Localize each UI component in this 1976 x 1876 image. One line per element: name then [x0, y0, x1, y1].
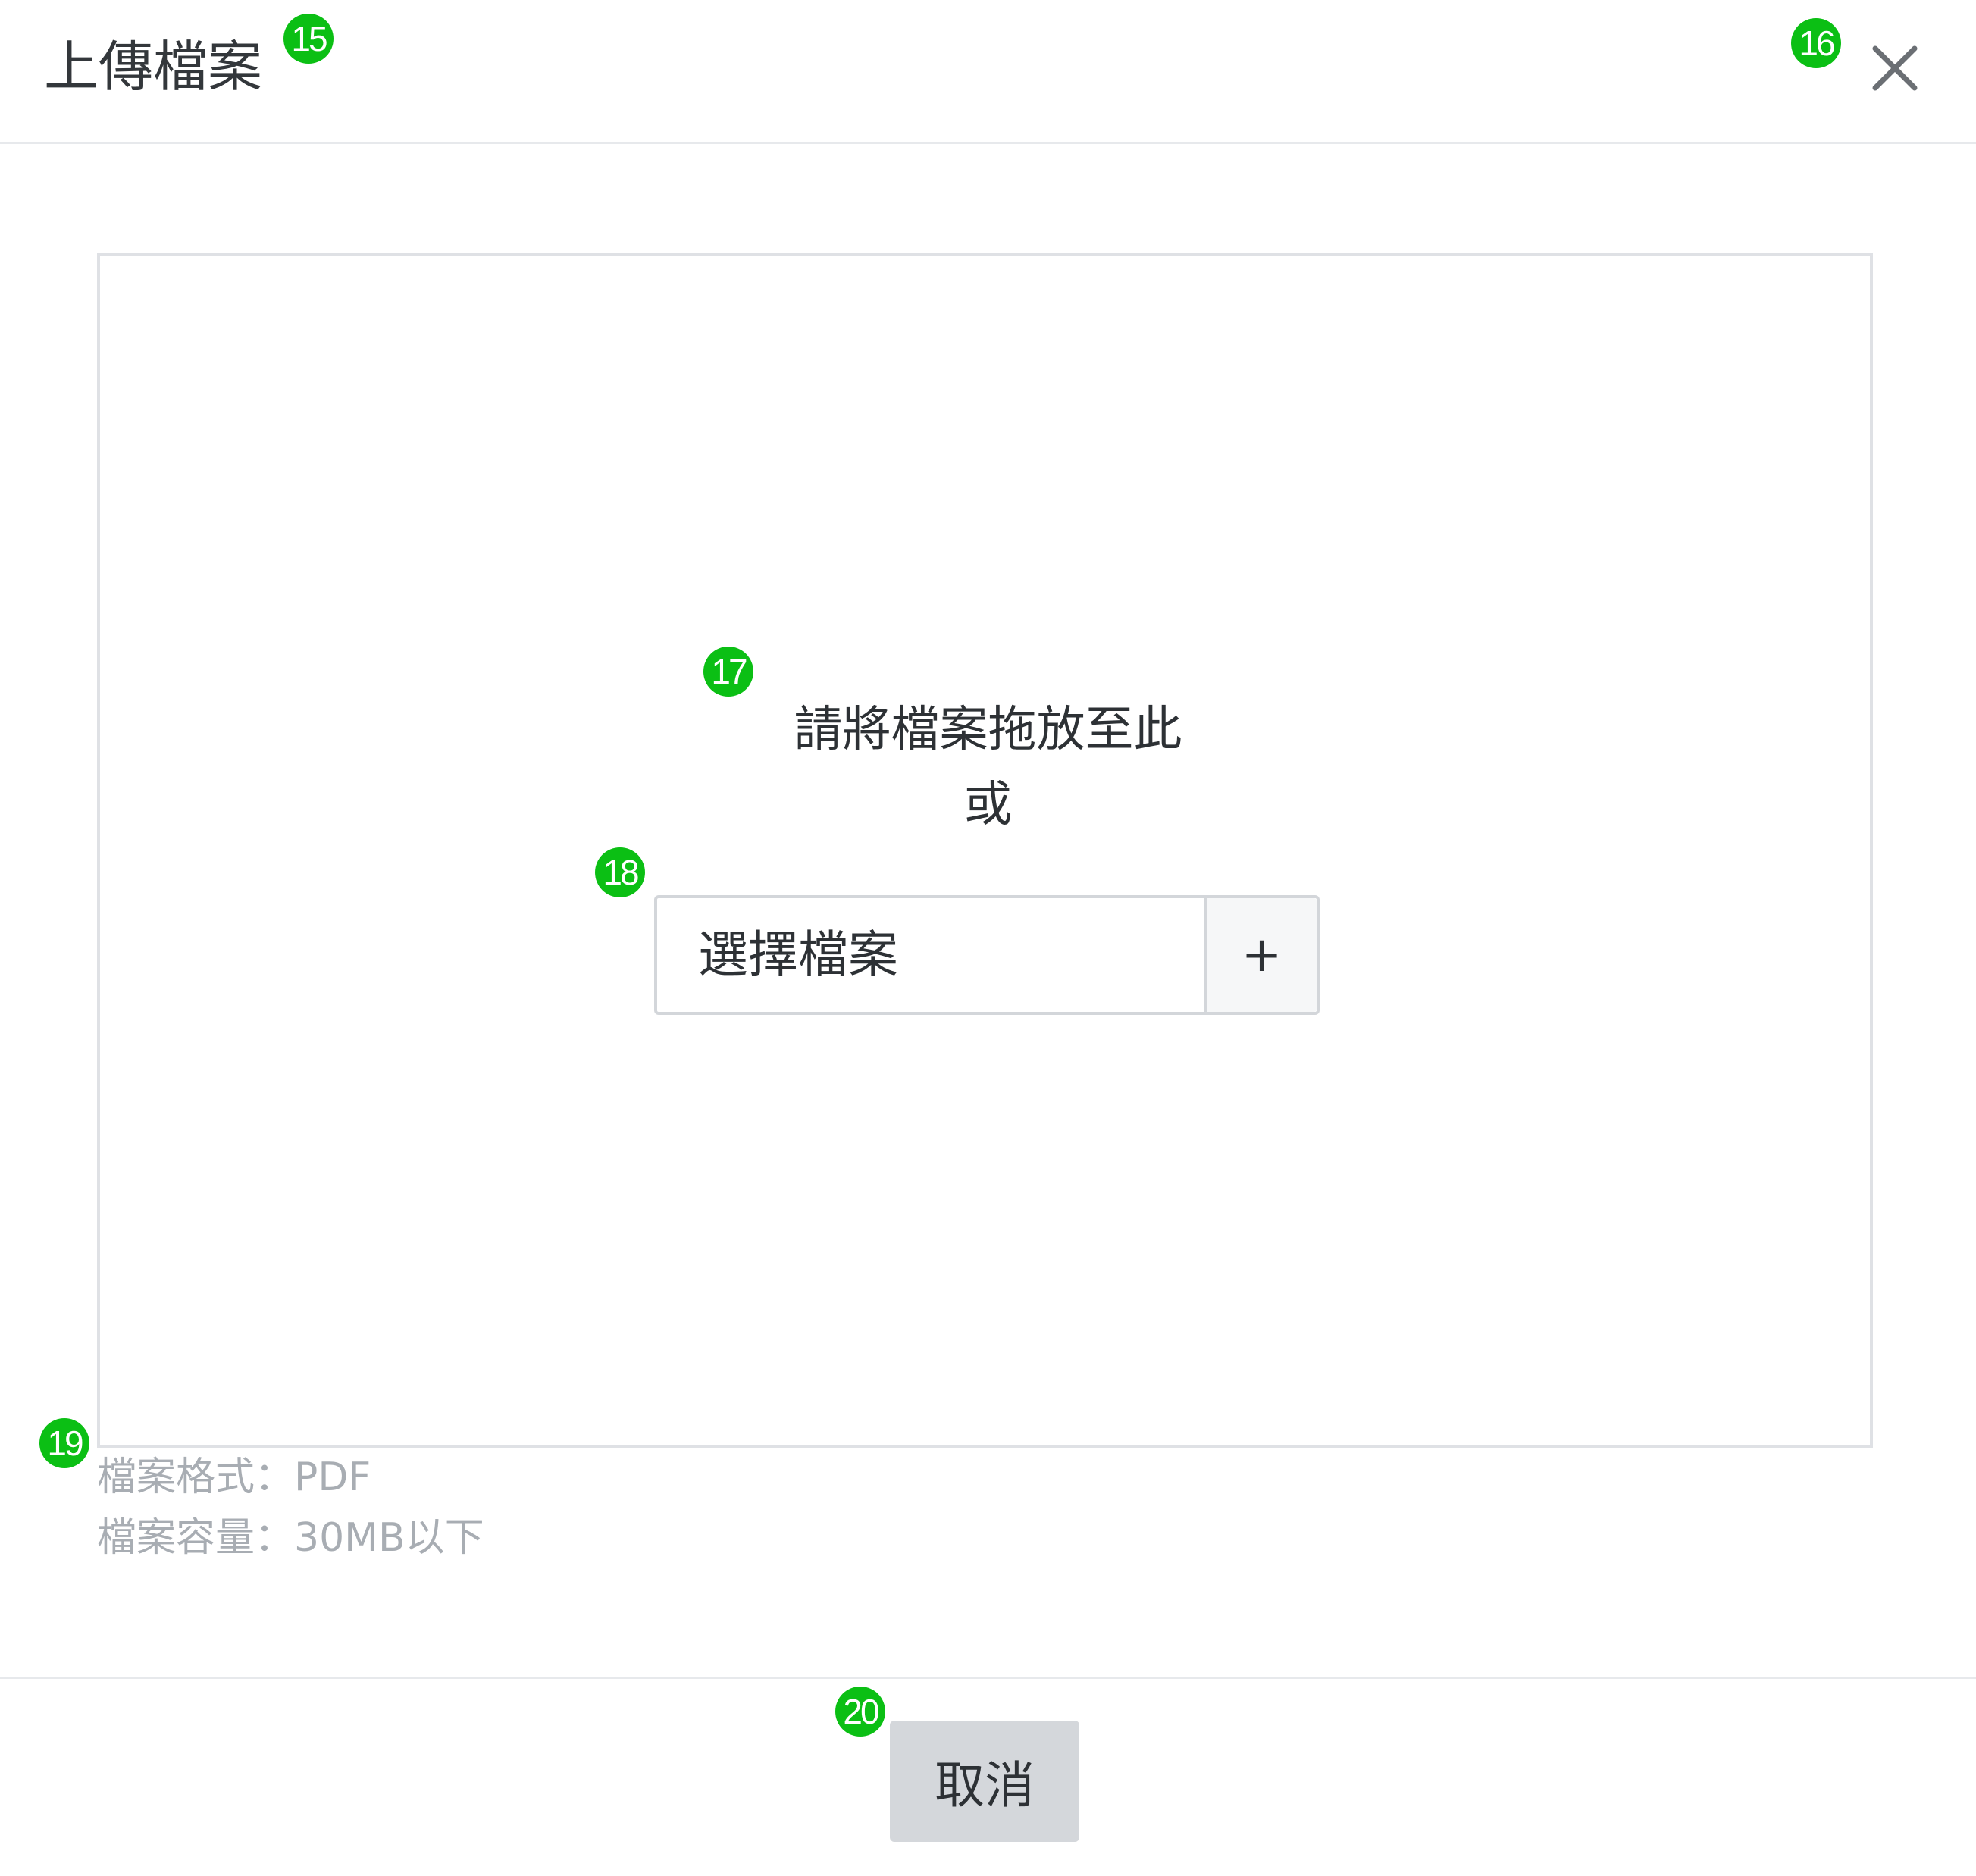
footer-divider: [0, 1677, 1976, 1679]
choose-file-button[interactable]: 選擇檔案 +: [654, 895, 1320, 1015]
cancel-button[interactable]: 取消: [890, 1721, 1079, 1842]
annotation-badge-16: 16: [1791, 18, 1841, 68]
annotation-badge-18: 18: [595, 847, 645, 897]
file-format-note: 檔案格式：PDF: [97, 1455, 371, 1500]
close-button[interactable]: [1865, 33, 1925, 102]
annotation-badge-19: 19: [39, 1418, 89, 1468]
file-drop-zone[interactable]: 請將檔案拖放至此 或 選擇檔案 +: [97, 253, 1873, 1448]
choose-file-label: 選擇檔案: [698, 925, 898, 984]
drop-instruction: 請將檔案拖放至此: [794, 702, 1182, 758]
annotation-badge-20: 20: [835, 1687, 885, 1737]
or-separator: 或: [963, 777, 1013, 833]
plus-icon: +: [1204, 898, 1317, 1012]
file-size-note: 檔案容量：30MB以下: [97, 1515, 484, 1561]
annotation-badge-15: 15: [283, 14, 334, 64]
annotation-badge-17: 17: [703, 647, 753, 697]
dialog-title: 上傳檔案: [44, 35, 263, 99]
close-icon: [1872, 45, 1918, 91]
file-requirements: 檔案格式：PDF 檔案容量：30MB以下: [97, 1447, 484, 1568]
